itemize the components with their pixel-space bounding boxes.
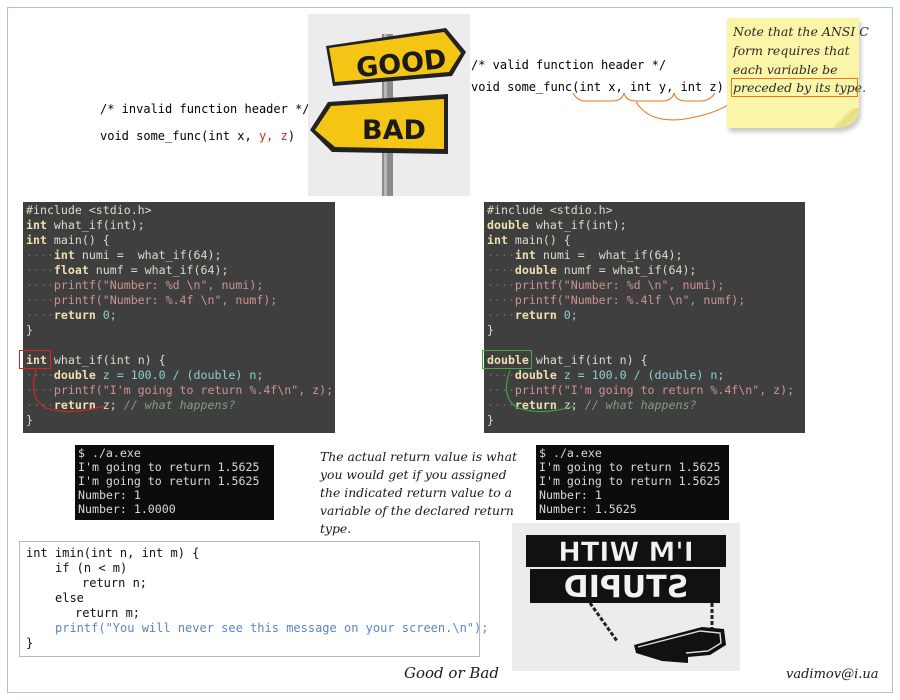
code-line: ····int numi = what_if(64);: [487, 248, 683, 262]
code-line: #include <stdio.h>: [26, 203, 152, 217]
code-line: int imin(int n, int m) {: [26, 546, 200, 560]
sticky-note: Note that the ANSI C form requires that …: [727, 18, 869, 128]
note-line-3: each variable be: [733, 62, 838, 77]
code-line: int main() {: [487, 233, 571, 247]
author-email: vadimov@i.ua: [786, 667, 879, 682]
slide-caption: Good or Bad: [404, 664, 499, 682]
left-terminal-output: $ ./a.exe I'm going to return 1.5625 I'm…: [75, 445, 274, 520]
sign-text-line1: I'M WITH: [558, 537, 693, 568]
code-line: if (n < m): [55, 561, 128, 575]
code-line: ····return 0;: [26, 308, 117, 322]
code-line: printf("You will never see this message …: [55, 621, 489, 635]
bad-label: BAD: [362, 115, 426, 146]
return-link-curve-red: [33, 369, 105, 413]
code-line: int main() {: [26, 233, 110, 247]
code-line: else: [55, 591, 84, 605]
code-line: return n;: [82, 576, 148, 590]
chain-left: [588, 602, 619, 642]
terminal-line: I'm going to return 1.5625: [539, 474, 721, 488]
terminal-line: Number: 1.0000: [78, 502, 176, 516]
code-line: ····return 0;: [487, 308, 578, 322]
code-line: int what_if(int);: [26, 218, 145, 232]
terminal-line: Number: 1: [539, 488, 602, 502]
explain-line: the indicated return value to a: [320, 485, 513, 500]
terminal-line: $ ./a.exe: [78, 446, 141, 460]
sign-text-line2: STUPID: [564, 570, 688, 605]
terminal-line: $ ./a.exe: [539, 446, 602, 460]
code-line: }: [26, 636, 34, 650]
code-line: }: [26, 323, 33, 337]
good-bad-signpost: GOOD BAD: [308, 14, 470, 196]
code-line: ····printf("Number: %.4f \n", numf);: [26, 293, 278, 307]
code-line: }: [487, 323, 494, 337]
terminal-line: I'm going to return 1.5625: [539, 460, 721, 474]
code-line: ····int numi = what_if(64);: [26, 248, 222, 262]
code-line: return m;: [75, 606, 141, 620]
return-type-highlight-red: [19, 350, 51, 369]
terminal-line: I'm going to return 1.5625: [78, 474, 260, 488]
return-type-highlight-green: [482, 350, 532, 369]
return-link-curve-green: [505, 369, 575, 413]
right-terminal-output: $ ./a.exe I'm going to return 1.5625 I'm…: [536, 445, 729, 520]
invalid-header-comment: /* invalid function header */: [100, 102, 310, 116]
note-line-1: Note that the ANSI C: [733, 24, 869, 39]
code-line: double what_if(int);: [487, 218, 627, 232]
imin-code-box: int imin(int n, int m) { if (n < m) retu…: [19, 541, 488, 657]
code-line: ····printf("Number: %d \n", numi);: [26, 278, 264, 292]
code-line: ····float numf = what_if(64);: [26, 263, 229, 277]
terminal-line: Number: 1: [78, 488, 141, 502]
code-line: ····printf("Number: %d \n", numi);: [487, 278, 725, 292]
valid-header-comment: /* valid function header */: [471, 58, 667, 72]
explain-line: type.: [320, 521, 352, 536]
terminal-line: I'm going to return 1.5625: [78, 460, 260, 474]
explain-line: variable of the declared return: [320, 503, 514, 518]
note-line-2: form requires that: [733, 43, 850, 58]
invalid-header-signature: void some_func(int x, y, z): [100, 129, 296, 143]
explain-line: The actual return value is what: [320, 449, 517, 464]
code-line: ····printf("Number: %.4lf \n", numf);: [487, 293, 746, 307]
note-highlight-box: [731, 78, 858, 97]
im-with-stupid-sign: I'M WITH STUPID: [512, 523, 740, 671]
terminal-line: Number: 1.5625: [539, 502, 637, 516]
code-line: }: [487, 413, 494, 427]
code-line: #include <stdio.h>: [487, 203, 613, 217]
explain-line: you would get if you assigned: [320, 467, 507, 482]
code-line: ····double numf = what_if(64);: [487, 263, 697, 277]
